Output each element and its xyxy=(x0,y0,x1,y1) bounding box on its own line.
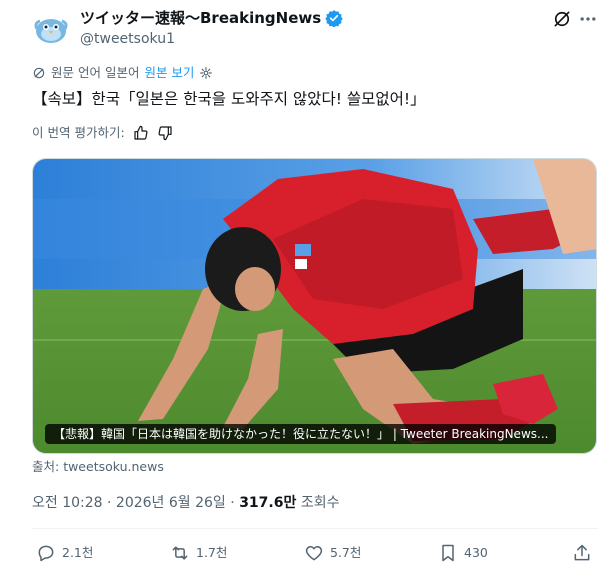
tweet-date[interactable]: 2026년 6월 26일 xyxy=(116,495,226,511)
thumbs-down-icon[interactable] xyxy=(157,125,173,141)
tweet-text: 【속보】한국「일본은 한국을 도와주지 않았다! 쓸모없어!」 xyxy=(32,90,426,108)
media-caption: 【悲報】韓国「日本は韓国を助けなかった！役に立たない！」 | Tweeter B… xyxy=(45,424,557,444)
share-button[interactable] xyxy=(572,543,592,563)
settings-gear-icon[interactable] xyxy=(199,66,213,80)
tweet-header: ツイッター速報〜BreakingNews @tweetsoku1 xyxy=(0,0,606,56)
rate-translation-label: 이 번역 평가하기: xyxy=(32,125,125,140)
repost-icon xyxy=(172,546,188,560)
like-button[interactable]: 5.7천 xyxy=(304,543,361,563)
source-prefix: 출처: xyxy=(32,459,64,474)
action-bar: 2.1천 1.7천 5.7천 430 xyxy=(32,540,598,568)
author-display-name[interactable]: ツイッター速報〜BreakingNews xyxy=(80,8,321,28)
bookmark-count: 430 xyxy=(464,545,488,560)
kneeling-player-photo xyxy=(33,159,596,453)
repost-button[interactable]: 1.7천 xyxy=(170,543,227,563)
meta-separator: · xyxy=(230,495,240,511)
tweet-time[interactable]: 오전 10:28 xyxy=(32,495,103,511)
translate-globe-icon xyxy=(33,67,45,79)
reply-icon xyxy=(38,545,54,562)
author-name-row[interactable]: ツイッター速報〜BreakingNews xyxy=(80,8,343,28)
share-icon xyxy=(574,544,590,561)
meta-separator: · xyxy=(107,495,116,511)
translation-bar: 원문 언어 일본어 원본 보기 xyxy=(32,64,213,82)
heart-icon xyxy=(305,546,323,561)
grok-icon[interactable] xyxy=(552,9,572,29)
avatar[interactable] xyxy=(32,9,70,47)
repost-count: 1.7천 xyxy=(196,545,228,560)
views-count: 317.6만 xyxy=(239,495,297,511)
like-count: 5.7천 xyxy=(330,545,362,560)
bird-avatar-icon xyxy=(32,9,70,47)
source-link[interactable]: tweetsoku.news xyxy=(63,459,164,474)
show-original-link[interactable]: 원본 보기 xyxy=(144,64,194,82)
reply-button[interactable]: 2.1천 xyxy=(36,543,93,563)
reply-count: 2.1천 xyxy=(62,545,94,560)
tweet-meta: 오전 10:28 · 2026년 6월 26일 · 317.6만 조회수 xyxy=(32,493,339,513)
more-options-icon[interactable] xyxy=(578,9,598,29)
author-handle[interactable]: @tweetsoku1 xyxy=(80,30,175,48)
bookmark-button[interactable]: 430 xyxy=(438,543,488,563)
translated-from-label: 원문 언어 일본어 xyxy=(51,65,140,80)
tweet-media-card[interactable]: 【悲報】韓国「日本は韓国を助けなかった！役に立たない！」 | Tweeter B… xyxy=(32,158,597,454)
bookmark-icon xyxy=(442,544,454,562)
verified-badge-icon xyxy=(325,10,343,27)
views-label: 조회수 xyxy=(300,495,340,511)
rate-translation-row: 이 번역 평가하기: xyxy=(32,124,173,142)
thumbs-up-icon[interactable] xyxy=(133,125,149,141)
divider xyxy=(32,528,598,529)
source-line: 출처: tweetsoku.news xyxy=(32,458,164,476)
